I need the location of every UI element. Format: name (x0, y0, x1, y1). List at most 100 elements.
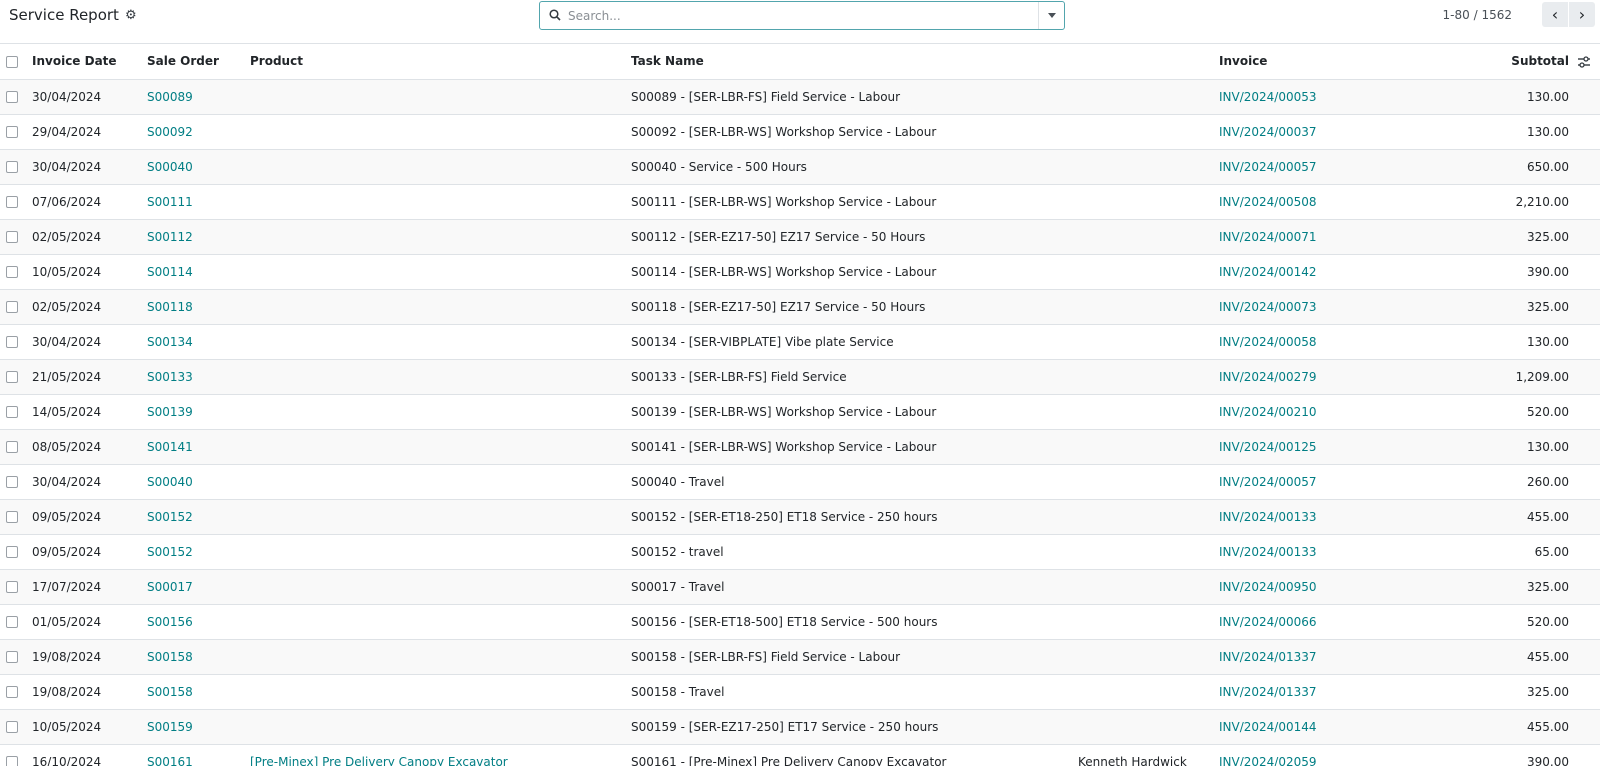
sale-order-link[interactable]: S00040 (147, 464, 250, 500)
sale-order-link[interactable]: S00134 (147, 324, 250, 360)
row-checkbox[interactable] (6, 651, 18, 663)
row-checkbox[interactable] (6, 161, 18, 173)
invoice-link[interactable]: INV/2024/00057 (1219, 149, 1409, 185)
pager-previous-button[interactable]: ‹ (1542, 2, 1568, 27)
product-cell[interactable] (250, 359, 631, 395)
row-checkbox[interactable] (6, 756, 18, 766)
invoice-link[interactable]: INV/2024/00142 (1219, 254, 1409, 290)
invoice-link[interactable]: INV/2024/00950 (1219, 569, 1409, 605)
sale-order-link[interactable]: S00141 (147, 429, 250, 465)
gear-icon[interactable]: ⚙ (125, 8, 137, 23)
invoice-link[interactable]: INV/2024/00508 (1219, 184, 1409, 220)
product-cell[interactable] (250, 569, 631, 605)
col-invoice[interactable]: Invoice (1219, 44, 1409, 80)
table-row[interactable]: 02/05/2024 S00112 S00112 - [SER-EZ17-50] E… (0, 219, 1600, 255)
invoice-link[interactable]: INV/2024/01337 (1219, 674, 1409, 710)
sale-order-link[interactable]: S00161 (147, 744, 250, 766)
product-cell[interactable] (250, 79, 631, 115)
invoice-link[interactable]: INV/2024/00125 (1219, 429, 1409, 465)
table-row[interactable]: 08/05/2024 S00141 S00141 - [SER-LBR-WS] Wo… (0, 429, 1600, 465)
table-row[interactable]: 29/04/2024 S00092 S00092 - [SER-LBR-WS] Wo… (0, 114, 1600, 150)
product-cell[interactable] (250, 674, 631, 710)
sale-order-link[interactable]: S00111 (147, 184, 250, 220)
product-cell[interactable] (250, 639, 631, 675)
row-checkbox[interactable] (6, 371, 18, 383)
table-row[interactable]: 10/05/2024 S00159 S00159 - [SER-EZ17-250] … (0, 709, 1600, 745)
table-row[interactable]: 19/08/2024 S00158 S00158 - Travel INV/2024/… (0, 674, 1600, 710)
row-checkbox[interactable] (6, 266, 18, 278)
row-checkbox[interactable] (6, 511, 18, 523)
table-row[interactable]: 16/10/2024 S00161 [Pre-Minex] Pre Delivery… (0, 744, 1600, 766)
sale-order-link[interactable]: S00152 (147, 499, 250, 535)
invoice-link[interactable]: INV/2024/02059 (1219, 744, 1409, 766)
product-cell[interactable] (250, 464, 631, 500)
invoice-link[interactable]: INV/2024/00057 (1219, 464, 1409, 500)
sale-order-link[interactable]: S00114 (147, 254, 250, 290)
product-cell[interactable]: [Pre-Minex] Pre Delivery Canopy Excavato… (250, 744, 631, 766)
sale-order-link[interactable]: S00112 (147, 219, 250, 255)
sale-order-link[interactable]: S00017 (147, 569, 250, 605)
table-row[interactable]: 14/05/2024 S00139 S00139 - [SER-LBR-WS] Wo… (0, 394, 1600, 430)
sale-order-link[interactable]: S00089 (147, 79, 250, 115)
product-cell[interactable] (250, 499, 631, 535)
invoice-link[interactable]: INV/2024/00071 (1219, 219, 1409, 255)
col-customer[interactable] (1076, 44, 1219, 80)
table-row[interactable]: 21/05/2024 S00133 S00133 - [SER-LBR-FS] Fi… (0, 359, 1600, 395)
search-box[interactable] (539, 1, 1065, 30)
product-cell[interactable] (250, 604, 631, 640)
col-invoice-date[interactable]: Invoice Date (28, 44, 147, 80)
row-checkbox[interactable] (6, 686, 18, 698)
row-checkbox[interactable] (6, 231, 18, 243)
sale-order-link[interactable]: S00133 (147, 359, 250, 395)
product-cell[interactable] (250, 149, 631, 185)
col-sale-order[interactable]: Sale Order (147, 44, 250, 80)
row-checkbox[interactable] (6, 721, 18, 733)
table-row[interactable]: 30/04/2024 S00040 S00040 - Travel INV/2024/… (0, 464, 1600, 500)
row-checkbox[interactable] (6, 196, 18, 208)
pager-next-button[interactable]: › (1569, 2, 1595, 27)
product-cell[interactable] (250, 114, 631, 150)
table-row[interactable]: 02/05/2024 S00118 S00118 - [SER-EZ17-50] E… (0, 289, 1600, 325)
invoice-link[interactable]: INV/2024/00279 (1219, 359, 1409, 395)
col-task-name[interactable]: Task Name (631, 44, 1076, 80)
invoice-link[interactable]: INV/2024/00073 (1219, 289, 1409, 325)
row-checkbox[interactable] (6, 336, 18, 348)
row-checkbox[interactable] (6, 616, 18, 628)
sale-order-link[interactable]: S00139 (147, 394, 250, 430)
sale-order-link[interactable]: S00158 (147, 674, 250, 710)
product-cell[interactable] (250, 429, 631, 465)
invoice-link[interactable]: INV/2024/00210 (1219, 394, 1409, 430)
sale-order-link[interactable]: S00152 (147, 534, 250, 570)
table-row[interactable]: 07/06/2024 S00111 S00111 - [SER-LBR-WS] Wo… (0, 184, 1600, 220)
table-row[interactable]: 30/04/2024 S00134 S00134 - [SER-VIBPLATE] … (0, 324, 1600, 360)
table-row[interactable]: 09/05/2024 S00152 S00152 - [SER-ET18-250] … (0, 499, 1600, 535)
sale-order-link[interactable]: S00118 (147, 289, 250, 325)
col-subtotal[interactable]: Subtotal (1409, 44, 1600, 80)
row-checkbox[interactable] (6, 581, 18, 593)
optional-columns-icon[interactable] (1577, 55, 1591, 69)
table-row[interactable]: 10/05/2024 S00114 S00114 - [SER-LBR-WS] Wo… (0, 254, 1600, 290)
invoice-link[interactable]: INV/2024/00133 (1219, 499, 1409, 535)
invoice-link[interactable]: INV/2024/00053 (1219, 79, 1409, 115)
row-checkbox[interactable] (6, 476, 18, 488)
row-checkbox[interactable] (6, 441, 18, 453)
table-row[interactable]: 01/05/2024 S00156 S00156 - [SER-ET18-500] … (0, 604, 1600, 640)
product-cell[interactable] (250, 184, 631, 220)
invoice-link[interactable]: INV/2024/00037 (1219, 114, 1409, 150)
table-row[interactable]: 19/08/2024 S00158 S00158 - [SER-LBR-FS] Fi… (0, 639, 1600, 675)
product-cell[interactable] (250, 219, 631, 255)
product-cell[interactable] (250, 289, 631, 325)
table-row[interactable]: 30/04/2024 S00040 S00040 - Service - 500 H… (0, 149, 1600, 185)
search-options-toggle[interactable] (1038, 2, 1064, 29)
row-checkbox[interactable] (6, 301, 18, 313)
sale-order-link[interactable]: S00092 (147, 114, 250, 150)
invoice-link[interactable]: INV/2024/00144 (1219, 709, 1409, 745)
col-product[interactable]: Product (250, 44, 631, 80)
table-row[interactable]: 30/04/2024 S00089 S00089 - [SER-LBR-FS] Fi… (0, 79, 1600, 115)
search-input[interactable] (568, 6, 1028, 26)
invoice-link[interactable]: INV/2024/00133 (1219, 534, 1409, 570)
invoice-link[interactable]: INV/2024/01337 (1219, 639, 1409, 675)
invoice-link[interactable]: INV/2024/00058 (1219, 324, 1409, 360)
product-cell[interactable] (250, 709, 631, 745)
pager-value[interactable]: 1-80 / 1562 (1443, 8, 1512, 22)
